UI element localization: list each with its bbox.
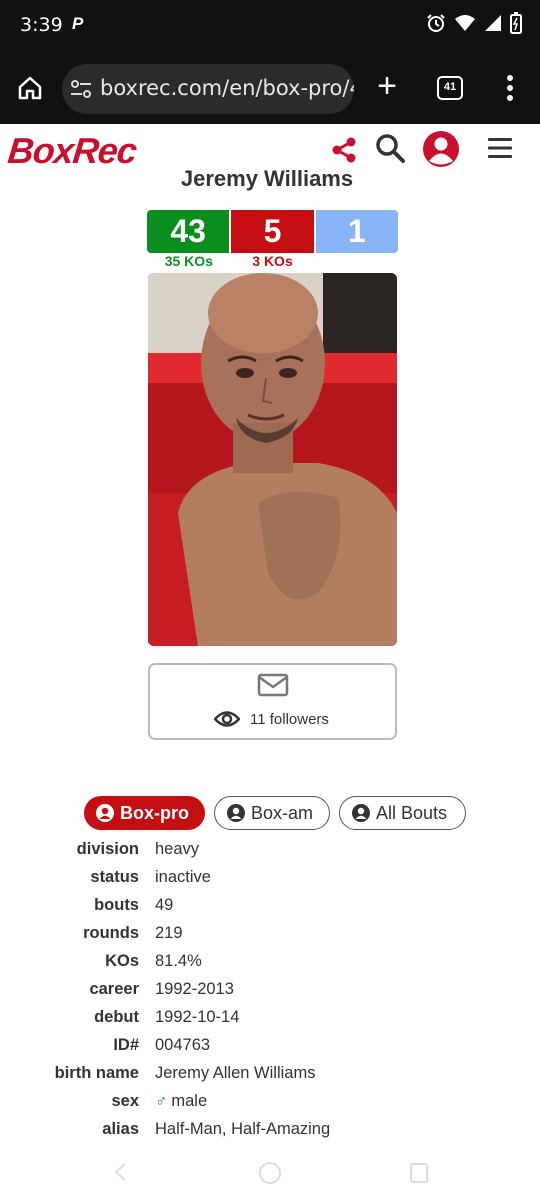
detail-row-id: ID# 004763 [0,1032,540,1060]
detail-label: ID# [113,1036,139,1054]
detail-value: 81.4% [155,952,202,970]
user-icon [227,804,245,822]
site-settings-icon[interactable] [70,79,92,99]
alarm-icon [426,13,446,38]
more-icon[interactable] [500,72,520,104]
followers-count[interactable]: 11 followers [250,711,329,728]
status-time: 3:39 [20,14,63,36]
search-icon[interactable] [374,132,406,164]
share-icon[interactable] [330,136,358,164]
detail-row-status: status inactive [0,864,540,892]
detail-label: career [89,980,139,998]
detail-label: division [76,840,139,858]
detail-row-birth-name: birth name Jeremy Allen Williams [0,1060,540,1088]
tab-box-pro[interactable]: Box-pro [84,796,205,830]
system-nav-bar [0,1150,540,1199]
detail-row-division: division heavy [0,836,540,864]
tab-all-bouts[interactable]: All Bouts [339,796,466,830]
home-icon[interactable] [16,74,44,102]
url-text[interactable]: boxrec.com/en/box-pro/4 [100,76,354,100]
recents-icon[interactable] [410,1163,428,1183]
detail-value: inactive [155,868,211,886]
eye-icon [213,710,241,728]
detail-value: 1992-2013 [155,980,234,998]
tab-label: All Bouts [376,802,448,823]
sex-value: male [171,1092,208,1110]
boxer-photo [148,273,397,646]
detail-row-bouts: bouts 49 [0,892,540,920]
record-wins: 43 [147,210,230,253]
back-icon[interactable] [112,1162,128,1182]
detail-value: 219 [155,924,183,942]
detail-value: Half-Man, Half-Amazing [155,1120,331,1138]
hamburger-icon[interactable] [486,134,514,162]
detail-row-career: career 1992-2013 [0,976,540,1004]
detail-label: status [90,868,139,886]
detail-row-sex: sex ♂ male [0,1088,540,1116]
male-icon: ♂ [155,1092,168,1110]
record-draws: 1 [315,210,398,253]
address-bar[interactable]: boxrec.com/en/box-pro/4 [62,64,354,114]
detail-value: 004763 [155,1036,211,1054]
browser-toolbar: boxrec.com/en/box-pro/4 + 41 [0,52,540,124]
detail-row-debut: debut 1992-10-14 [0,1004,540,1032]
detail-value: 49 [155,896,174,914]
kos-wins: 35 KOs [164,253,213,269]
page-title: Jeremy Williams [180,166,354,191]
detail-label: birth name [54,1064,139,1082]
detail-label: sex [111,1092,139,1110]
kos-losses: 3 KOs [252,253,293,269]
kos-draws-empty [314,253,398,271]
detail-label: alias [102,1120,139,1138]
user-icon [96,804,114,822]
user-icon [352,804,370,822]
tab-box-am[interactable]: Box-am [214,796,330,830]
boxer-details: division heavy status inactive bouts 49 … [0,836,540,1144]
status-icons [426,12,522,39]
detail-label: rounds [83,924,139,942]
record-summary: 43 5 1 [147,210,398,253]
detail-row-rounds: rounds 219 [0,920,540,948]
tab-label: Box-am [251,802,314,823]
detail-value: 1992-10-14 [155,1008,240,1026]
detail-value: ♂ male [155,1092,207,1111]
detail-label: KOs [105,952,139,970]
record-losses: 5 [231,210,314,253]
detail-row-kos: KOs 81.4% [0,948,540,976]
tab-label: Box-pro [120,802,189,823]
detail-value: Jeremy Allen Williams [155,1064,316,1082]
home-nav-icon[interactable] [259,1162,281,1184]
user-icon[interactable] [422,130,460,168]
followers-box[interactable]: 11 followers [148,663,397,740]
wifi-icon [454,14,476,37]
notification-app-icon: P [72,14,84,33]
status-bar: 3:39 P [0,0,540,52]
new-tab-icon[interactable]: + [372,69,402,103]
detail-label: debut [94,1008,139,1026]
mail-icon[interactable] [257,673,289,697]
kos-row: 35 KOs 3 KOs [147,253,398,271]
detail-row-alias: alias Half-Man, Half-Amazing [0,1116,540,1144]
detail-value: heavy [155,840,200,858]
battery-icon [510,12,522,39]
tabs-icon[interactable]: 41 [437,76,463,100]
signal-icon [484,14,502,37]
detail-label: bouts [94,896,139,914]
